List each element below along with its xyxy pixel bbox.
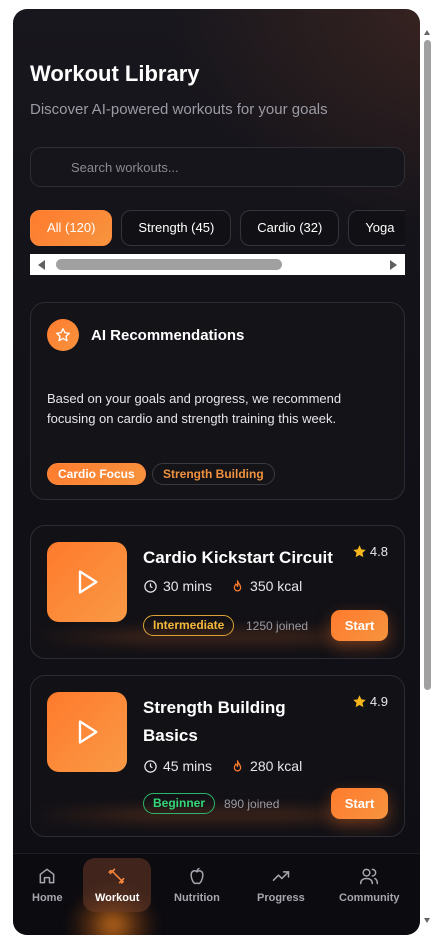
vertical-scrollbar-thumb[interactable]: [424, 40, 431, 690]
calories: 350 kcal: [230, 578, 302, 594]
scroll-up-arrow-icon[interactable]: [424, 30, 430, 35]
nav-label: Home: [32, 892, 63, 904]
vertical-scrollbar[interactable]: [423, 0, 432, 940]
scroll-left-arrow-icon[interactable]: [38, 260, 45, 270]
workout-card[interactable]: Cardio Kickstart Circuit 4.8 30 mins 350…: [30, 525, 405, 659]
search-input[interactable]: [31, 148, 404, 186]
workout-title: Strength Building Basics: [143, 698, 286, 745]
bottom-nav: Home Workout Nutrition Progress Communit…: [13, 853, 420, 935]
nav-item-workout[interactable]: Workout: [83, 858, 152, 912]
flame-icon: [233, 579, 242, 591]
nav-item-nutrition[interactable]: Nutrition: [174, 866, 220, 904]
search-box: [30, 147, 405, 187]
play-icon: [78, 720, 98, 744]
rating-value: 4.8: [369, 544, 388, 559]
nav-item-home[interactable]: Home: [32, 866, 63, 904]
star-filled-icon: [353, 545, 366, 558]
star-icon: [47, 319, 79, 351]
joined-count: 1250 joined: [246, 619, 309, 633]
users-icon: [360, 868, 379, 885]
apple-icon: [190, 867, 204, 885]
workout-card[interactable]: Strength Building Basics 4.9 45 mins 280…: [30, 675, 405, 837]
workout-meta: 30 mins 350 kcal: [143, 578, 320, 594]
ai-recommendations-card: AI Recommendations Based on your goals a…: [30, 302, 405, 500]
main-content: Workout Library Discover AI-powered work…: [13, 9, 420, 853]
ai-card-title: AI Recommendations: [91, 327, 245, 344]
app-screen: Workout Library Discover AI-powered work…: [13, 9, 420, 935]
nav-label: Workout: [95, 892, 140, 904]
calories: 280 kcal: [230, 758, 302, 774]
horizontal-scrollbar[interactable]: [30, 254, 405, 275]
nav-item-progress[interactable]: Progress: [257, 866, 305, 904]
duration: 30 mins: [143, 578, 212, 594]
level-badge: Beginner: [143, 793, 216, 814]
play-icon: [78, 570, 98, 594]
nav-label: Progress: [257, 892, 305, 904]
nav-item-community[interactable]: Community: [339, 866, 400, 904]
duration-value: 30 mins: [163, 578, 213, 594]
scrollbar-thumb[interactable]: [56, 259, 282, 270]
nav-label: Nutrition: [174, 892, 220, 904]
filter-chip-yoga[interactable]: Yoga: [348, 210, 405, 246]
trending-up-icon: [272, 871, 290, 881]
joined-count: 890 joined: [224, 797, 280, 811]
page-title: Workout Library: [30, 61, 200, 86]
filter-chips: All (120) Strength (45) Cardio (32) Yoga: [30, 210, 405, 246]
duration: 45 mins: [143, 758, 212, 774]
ai-card-text: Based on your goals and progress, we rec…: [47, 391, 342, 426]
clock-icon: [144, 759, 157, 773]
workout-title: Cardio Kickstart Circuit: [143, 548, 333, 567]
rating-value: 4.9: [369, 694, 388, 709]
duration-value: 45 mins: [163, 758, 213, 774]
dumbbell-icon: [108, 868, 125, 884]
filter-chip-cardio[interactable]: Cardio (32): [240, 210, 340, 246]
workout-meta: 45 mins 280 kcal: [143, 758, 320, 774]
scroll-right-arrow-icon[interactable]: [390, 260, 397, 270]
star-filled-icon: [353, 695, 366, 708]
nav-label: Community: [339, 892, 400, 904]
clock-icon: [144, 579, 157, 593]
workout-rating: 4.8: [352, 544, 388, 559]
calories-value: 280 kcal: [250, 758, 303, 774]
workout-thumbnail[interactable]: [47, 542, 127, 622]
workout-rating: 4.9: [352, 694, 388, 709]
tag-strength-building[interactable]: Strength Building: [152, 463, 275, 485]
workout-thumbnail[interactable]: [47, 692, 127, 772]
page-subtitle: Discover AI-powered workouts for your go…: [30, 101, 328, 118]
filter-chip-strength[interactable]: Strength (45): [121, 210, 232, 246]
calories-value: 350 kcal: [250, 578, 303, 594]
tag-cardio-focus[interactable]: Cardio Focus: [47, 463, 146, 485]
start-button[interactable]: Start: [331, 788, 388, 819]
level-badge: Intermediate: [143, 615, 235, 636]
filter-chip-all[interactable]: All (120): [30, 210, 113, 246]
home-icon: [39, 868, 55, 884]
scroll-down-arrow-icon[interactable]: [424, 918, 430, 923]
flame-icon: [233, 759, 242, 771]
start-button[interactable]: Start: [331, 610, 388, 641]
